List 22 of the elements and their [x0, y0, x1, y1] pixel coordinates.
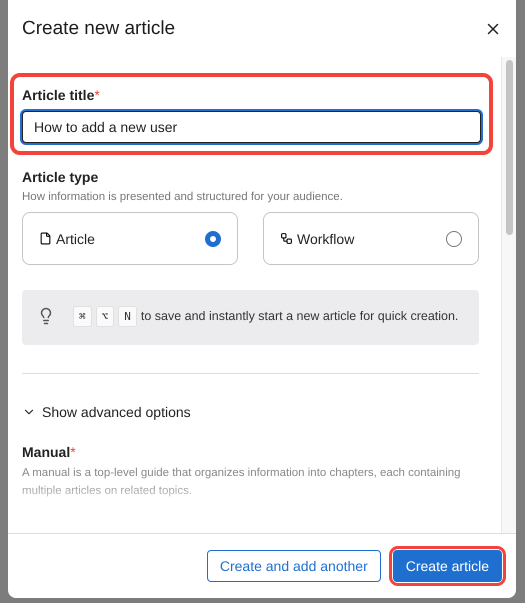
create-another-button[interactable]: Create and add another: [206, 550, 381, 582]
option-label: Workflow: [297, 230, 354, 246]
section-label: Article type: [22, 169, 100, 185]
option-card[interactable]: Workflow: [263, 212, 479, 265]
scrollbar[interactable]: [501, 57, 516, 533]
section-hint: How information is presented and structured for your audience.: [22, 191, 344, 203]
dialog-title: Create new article: [22, 18, 176, 40]
radio-button[interactable]: [205, 230, 221, 246]
input-field[interactable]: How to add a new user: [22, 111, 481, 143]
option-label: Article: [56, 230, 95, 246]
workflow-icon: [280, 232, 293, 245]
field-description: A manual is a top-level guide that organizes information into chapters, each containing multiple articles on related topics.: [22, 466, 462, 499]
required-asterisk: *: [70, 444, 76, 460]
create-button[interactable]: Create article: [392, 550, 502, 582]
document-icon: [39, 232, 52, 245]
radio-button[interactable]: [446, 230, 462, 246]
field-label: Article title: [22, 87, 94, 103]
option-card[interactable]: Article: [22, 212, 238, 265]
advanced-options-toggle[interactable]: Show advanced options: [22, 404, 479, 420]
field-label: Manual: [22, 444, 70, 460]
required-asterisk: *: [94, 87, 100, 103]
tip-text: ⌘ ⌥ N to save and instantly start a new article for quick creation.: [73, 306, 458, 327]
